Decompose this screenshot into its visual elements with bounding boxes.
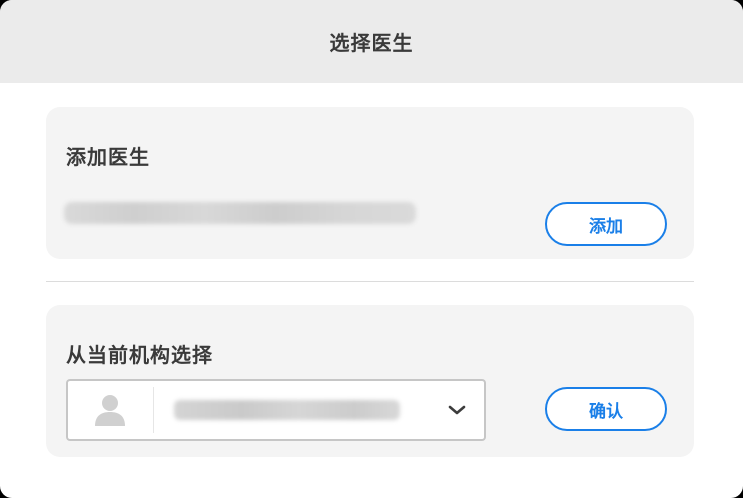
chevron-down-icon[interactable] (446, 399, 468, 421)
select-from-org-card: 从当前机构选择 确认 (46, 305, 694, 457)
confirm-button[interactable]: 确认 (545, 387, 667, 431)
section-divider (46, 281, 694, 282)
avatar-separator (153, 387, 154, 433)
doctor-select-dropdown[interactable] (66, 379, 486, 441)
select-from-org-title: 从当前机构选择 (66, 343, 213, 367)
doctor-email-redacted (64, 202, 416, 224)
add-doctor-card: 添加医生 添加 (46, 107, 694, 259)
dialog-title: 选择医生 (329, 31, 414, 55)
select-doctor-dialog: 选择医生 添加医生 添加 从当前机构选择 确认 (0, 0, 743, 498)
add-doctor-title: 添加医生 (66, 145, 150, 169)
add-doctor-button[interactable]: 添加 (545, 202, 667, 246)
dialog-header: 选择医生 (0, 0, 743, 83)
person-silhouette-icon (95, 395, 125, 426)
selected-doctor-redacted (174, 400, 400, 420)
avatar (68, 381, 152, 439)
